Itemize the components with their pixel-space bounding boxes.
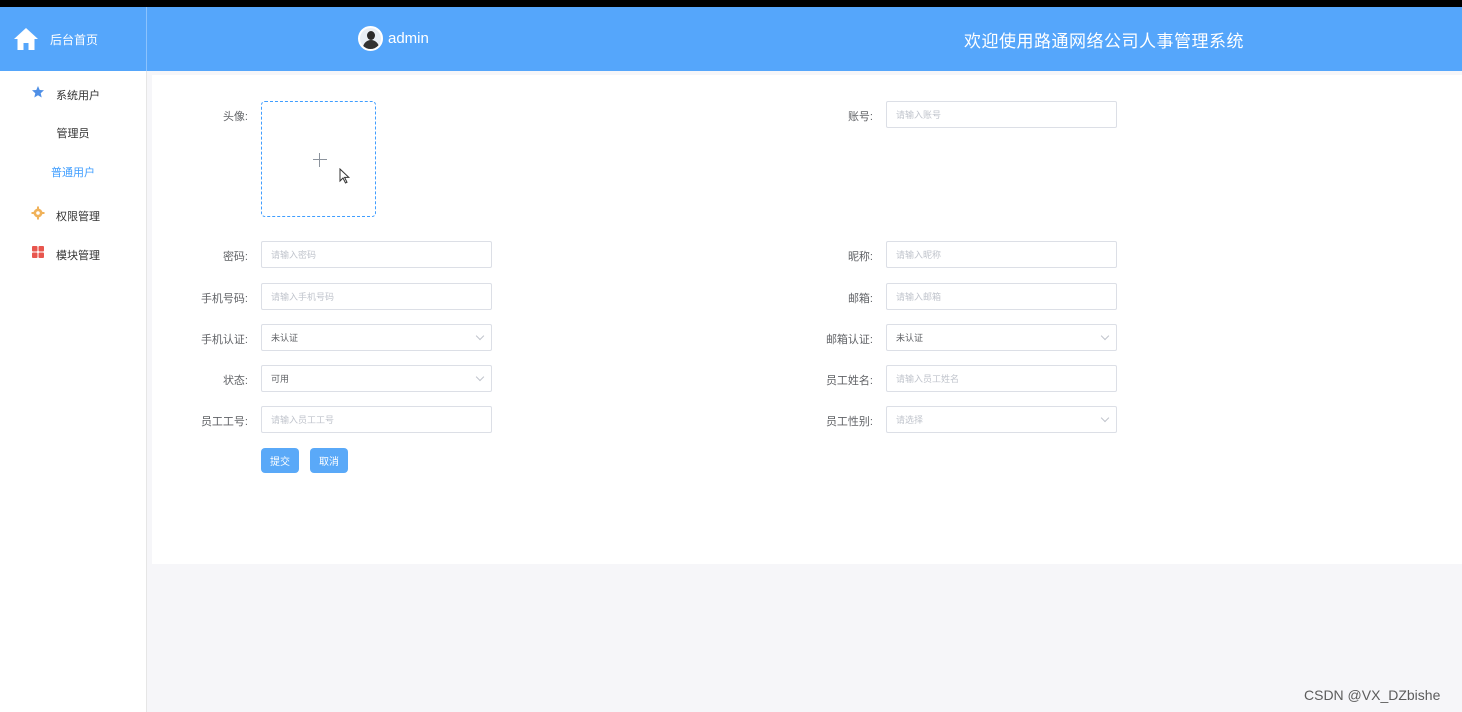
emp-gender-select[interactable]: 请选择 [886, 406, 1117, 433]
chevron-down-icon [475, 331, 485, 341]
status-select[interactable]: 可用 [261, 365, 492, 392]
phone-label: 手机号码: [200, 293, 248, 305]
phone-verify-label: 手机认证: [200, 334, 248, 346]
home-label: 后台首页 [50, 33, 99, 47]
status-label: 状态: [222, 375, 248, 387]
phone-verify-select[interactable]: 未认证 [261, 324, 492, 351]
star-icon [32, 86, 44, 98]
status-value: 可用 [271, 374, 290, 384]
user-avatar [358, 25, 383, 51]
chevron-down-icon [1100, 413, 1110, 423]
avatar-upload[interactable] [261, 101, 376, 217]
home-link[interactable]: 后台首页 [0, 7, 147, 71]
emp-name-label: 员工姓名: [825, 375, 873, 387]
sidebar-item-system-users[interactable]: 系统用户 [0, 83, 146, 103]
nickname-label: 昵称: [847, 251, 873, 263]
phone-verify-value: 未认证 [271, 333, 299, 343]
email-verify-value: 未认证 [896, 333, 924, 343]
user-menu[interactable]: admin [358, 25, 429, 51]
submit-button[interactable]: 提交 [261, 448, 299, 473]
sidebar-item-label: 模块管理 [56, 250, 100, 262]
watermark: CSDN @VX_DZbishe [1304, 687, 1441, 703]
emp-gender-placeholder: 请选择 [896, 415, 924, 425]
sidebar-item-modules[interactable]: 模块管理 [0, 243, 146, 263]
home-icon [14, 28, 38, 50]
emp-gender-label: 员工性别: [825, 416, 873, 428]
email-verify-select[interactable]: 未认证 [886, 324, 1117, 351]
sidebar: 系统用户 管理员 普通用户 权限管理 模块管理 [0, 71, 147, 712]
window-top-bar [0, 0, 1462, 7]
password-field[interactable]: 请输入密码 [261, 241, 492, 268]
mouse-cursor-icon [339, 168, 351, 184]
emp-no-label: 员工工号: [200, 416, 248, 428]
grid-icon [32, 246, 44, 258]
sidebar-item-permissions[interactable]: 权限管理 [0, 204, 146, 224]
plus-icon [313, 159, 327, 160]
password-label: 密码: [222, 251, 248, 263]
chevron-down-icon [475, 372, 485, 382]
email-verify-label: 邮箱认证: [825, 334, 873, 346]
chevron-down-icon [1100, 331, 1110, 341]
avatar-label: 头像: [222, 111, 248, 123]
sidebar-item-admin[interactable]: 管理员 [0, 125, 146, 141]
email-label: 邮箱: [847, 293, 873, 305]
email-field[interactable]: 请输入邮箱 [886, 283, 1117, 310]
emp-name-field[interactable]: 请输入员工姓名 [886, 365, 1117, 392]
sidebar-item-normal-user[interactable]: 普通用户 [0, 164, 146, 180]
gear-icon [31, 206, 45, 220]
account-label: 账号: [847, 111, 873, 123]
emp-no-field[interactable]: 请输入员工工号 [261, 406, 492, 433]
account-field[interactable]: 请输入账号 [886, 101, 1117, 128]
nickname-field[interactable]: 请输入昵称 [886, 241, 1117, 268]
sidebar-item-label: 系统用户 [56, 90, 100, 102]
phone-field[interactable]: 请输入手机号码 [261, 283, 492, 310]
top-header: 后台首页 admin 欢迎使用路通网络公司人事管理系统 [0, 7, 1462, 71]
sidebar-item-label: 权限管理 [56, 211, 100, 223]
system-title: 欢迎使用路通网络公司人事管理系统 [964, 32, 1244, 51]
username: admin [388, 29, 429, 47]
cancel-button[interactable]: 取消 [310, 448, 348, 473]
